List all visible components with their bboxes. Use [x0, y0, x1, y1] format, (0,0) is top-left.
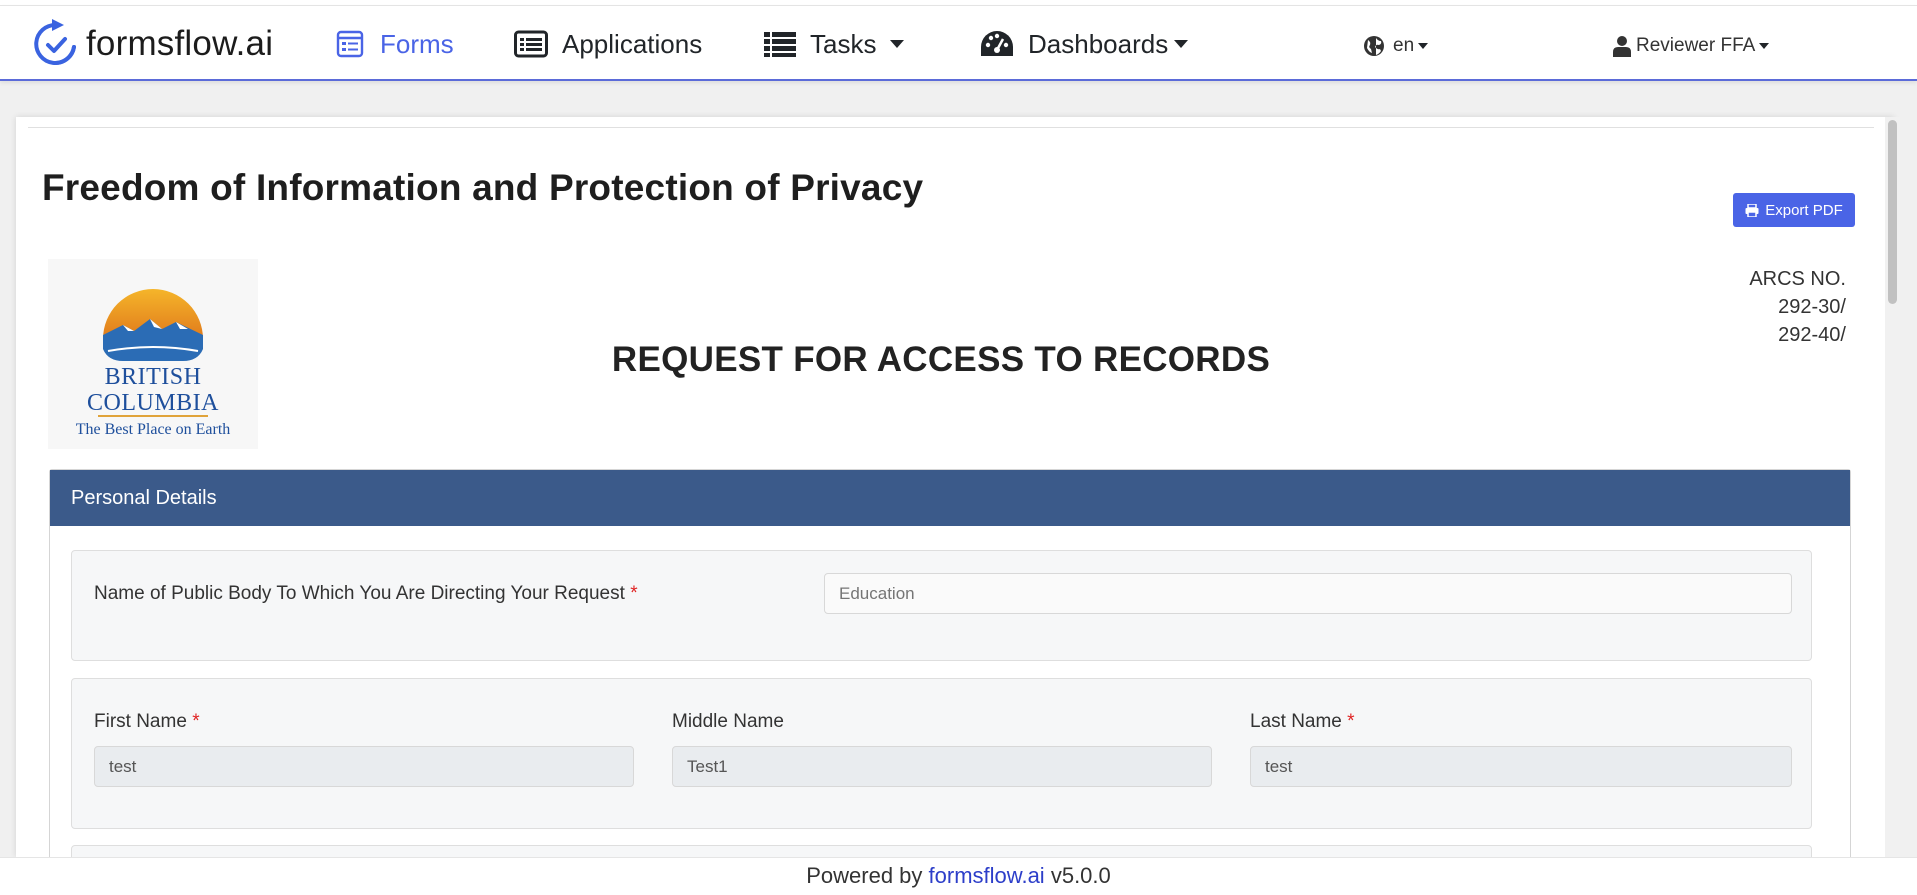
export-pdf-label: Export PDF [1765, 201, 1843, 219]
name-group: First Name * Middle Name Last Name * [71, 678, 1812, 829]
list-icon [764, 32, 796, 57]
language-label: en [1393, 35, 1415, 56]
panel-title: Personal Details [50, 470, 1850, 526]
logo-tagline: The Best Place on Earth [75, 421, 231, 438]
divider [28, 127, 1874, 128]
brand-name: formsflow.ai [86, 24, 274, 63]
user-name: Reviewer FFA [1636, 35, 1756, 56]
brand-logo[interactable]: formsflow.ai [34, 14, 273, 74]
required-asterisk: * [1347, 711, 1355, 732]
arcs-line1: 292-30/ [1778, 296, 1846, 318]
nav-tasks[interactable]: Tasks [764, 24, 905, 64]
public-body-group: Name of Public Body To Which You Are Dir… [71, 550, 1812, 661]
required-asterisk: * [630, 583, 638, 604]
globe-icon [1364, 36, 1384, 56]
user-icon [1613, 36, 1631, 57]
nav-forms[interactable]: Forms [336, 24, 454, 64]
public-body-label: Name of Public Body To Which You Are Dir… [94, 583, 638, 604]
first-name-label: First Name * [94, 711, 200, 732]
page-title: Freedom of Information and Protection of… [42, 167, 924, 208]
logo-divider [98, 415, 208, 417]
form-card: Freedom of Information and Protection of… [16, 117, 1894, 857]
arcs-label: ARCS NO. [1749, 268, 1846, 290]
personal-details-panel: Personal Details Name of Public Body To … [49, 469, 1851, 857]
middle-name-input[interactable] [672, 746, 1212, 787]
scrollbar-thumb[interactable] [1888, 120, 1897, 304]
nav-tasks-label: Tasks [810, 28, 877, 59]
footer-prefix: Powered by [806, 863, 923, 888]
logo-text-columbia: COLUMBIA [86, 390, 219, 416]
last-name-input[interactable] [1250, 746, 1792, 787]
chevron-down-icon [1759, 43, 1770, 49]
tachometer-icon [981, 31, 1013, 56]
export-pdf-button[interactable]: Export PDF [1733, 193, 1855, 227]
next-field-group [71, 845, 1812, 857]
formsflow-logo-icon [34, 19, 76, 65]
footer-link[interactable]: formsflow.ai [929, 863, 1045, 888]
arcs-number: ARCS NO. 292-30/ 292-40/ [1736, 265, 1846, 349]
language-dropdown[interactable]: en [1363, 32, 1429, 60]
required-asterisk: * [192, 711, 200, 732]
form-list-icon [336, 30, 364, 58]
navbar: formsflow.ai Forms Applications Tasks Da… [0, 6, 1917, 81]
user-dropdown[interactable]: Reviewer FFA [1613, 32, 1770, 60]
chevron-down-icon [890, 40, 905, 48]
chevron-down-icon [1174, 40, 1189, 48]
footer-version: v5.0.0 [1050, 863, 1111, 888]
nav-dashboards-label: Dashboards [1028, 28, 1169, 59]
nav-forms-label: Forms [380, 28, 454, 59]
last-name-label: Last Name * [1250, 711, 1355, 732]
chevron-down-icon [1418, 43, 1429, 49]
middle-name-label: Middle Name [672, 711, 784, 732]
nav-dashboards[interactable]: Dashboards [980, 24, 1189, 64]
list-alt-icon [514, 30, 548, 58]
footer: Powered by formsflow.ai v5.0.0 [0, 857, 1917, 895]
nav-applications-label: Applications [562, 28, 703, 59]
scrollbar[interactable] [1885, 117, 1900, 857]
form-title: REQUEST FOR ACCESS TO RECORDS [611, 340, 1271, 379]
first-name-input[interactable] [94, 746, 634, 787]
print-icon [1745, 203, 1759, 217]
public-body-input[interactable] [824, 573, 1792, 614]
nav-applications[interactable]: Applications [514, 24, 702, 64]
